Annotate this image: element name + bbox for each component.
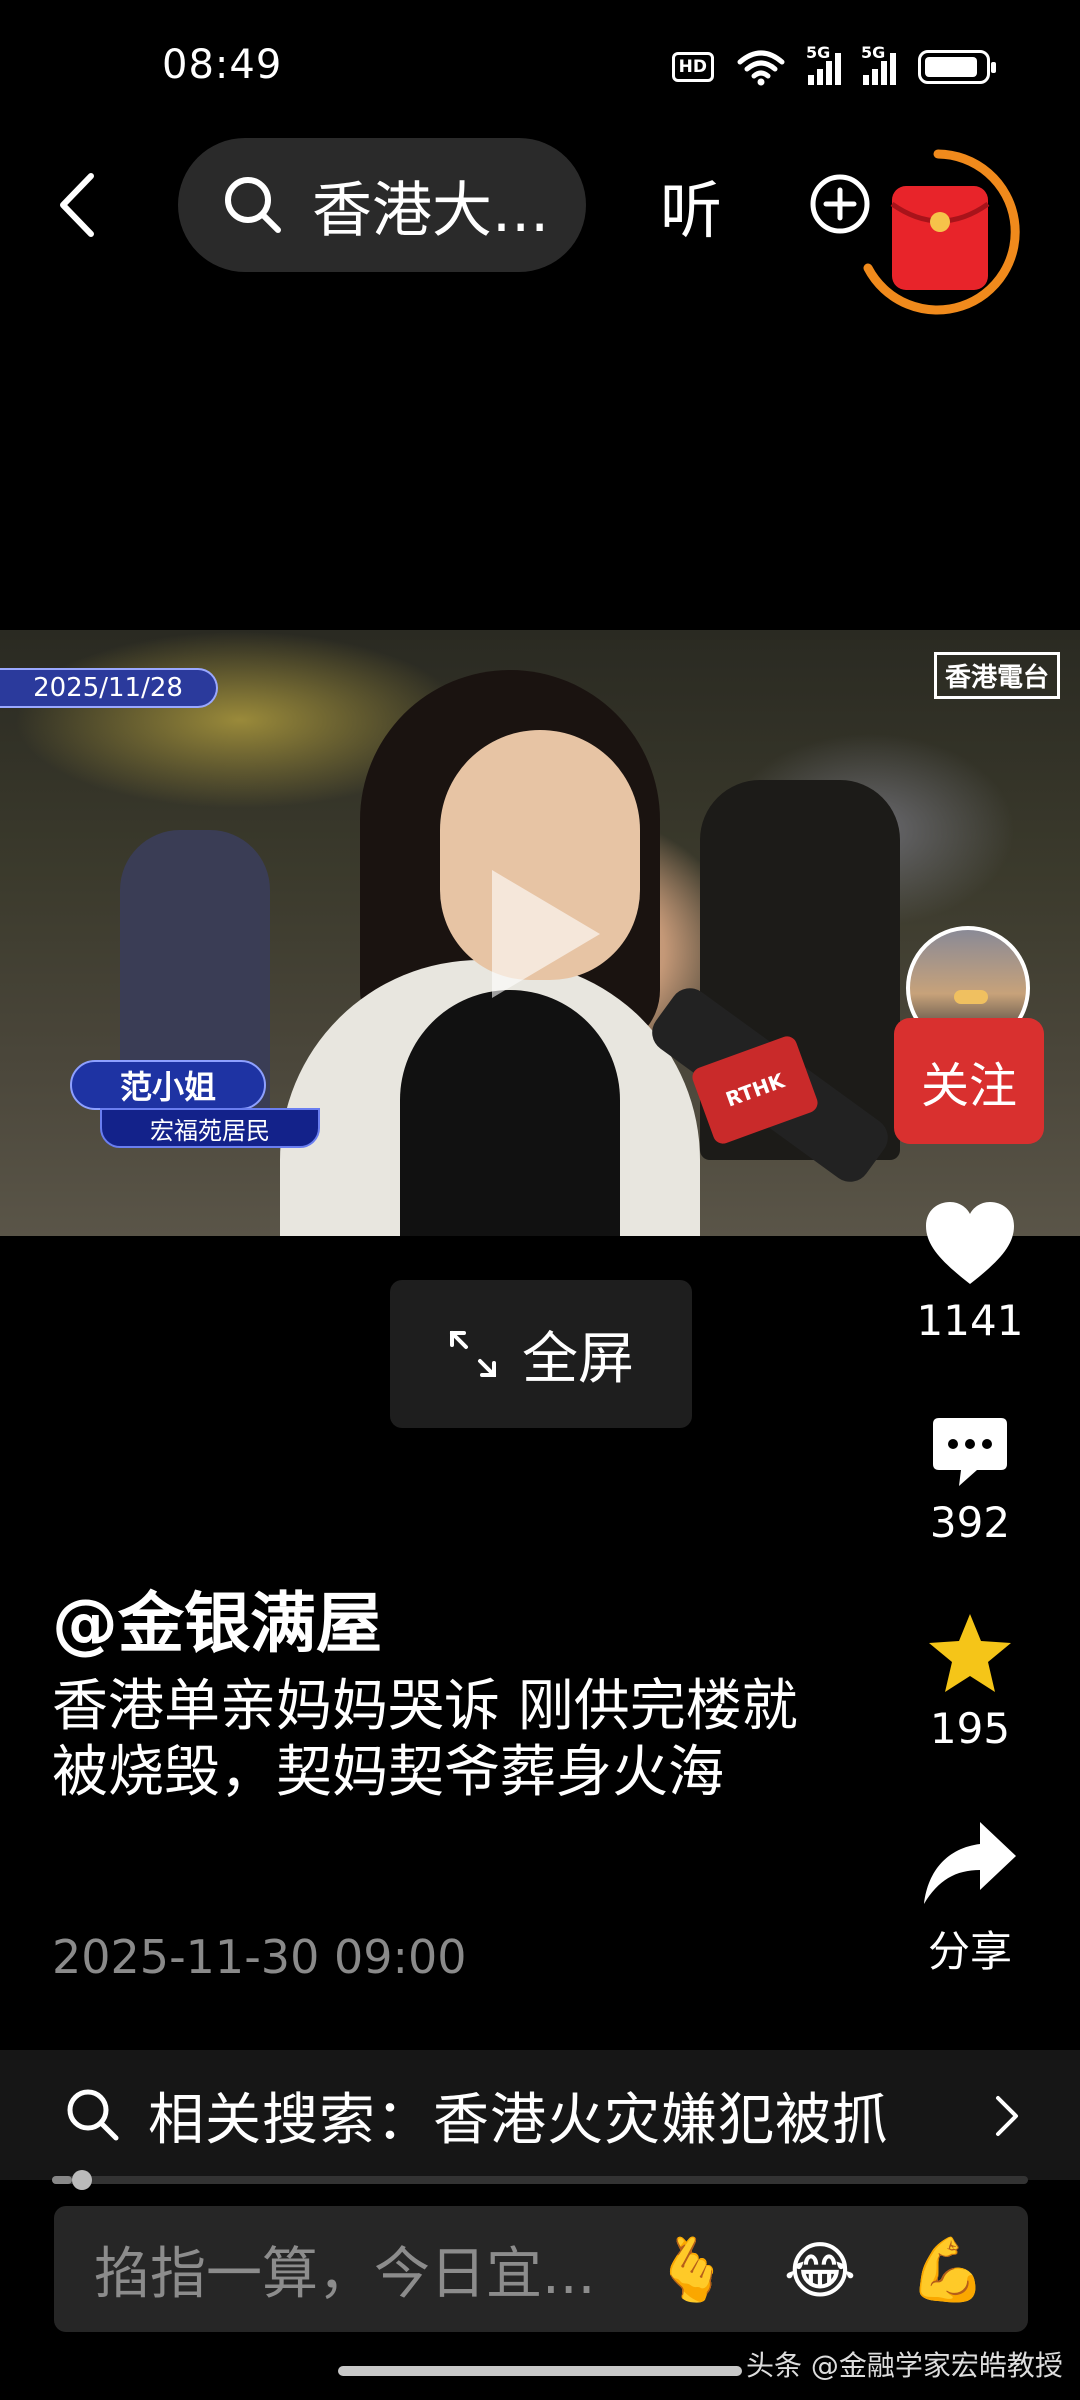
- like-button[interactable]: 1141: [900, 1198, 1040, 1345]
- red-packet-icon[interactable]: [852, 146, 1024, 318]
- battery-icon: [918, 50, 996, 84]
- home-indicator[interactable]: [338, 2366, 742, 2376]
- fullscreen-button[interactable]: 全屏: [390, 1280, 692, 1428]
- progress-handle[interactable]: [71, 2170, 92, 2190]
- listen-button[interactable]: 听: [660, 160, 722, 250]
- woman-shirt: [400, 990, 620, 1236]
- post-timestamp: 2025-11-30 09:00: [52, 1930, 467, 1984]
- laughing-emoji-icon[interactable]: 😂: [778, 2228, 862, 2312]
- author-name[interactable]: @金银满屋: [52, 1570, 382, 1666]
- related-search-text: 相关搜索：香港火灾嫌犯被抓: [148, 2087, 889, 2153]
- heart-icon: [926, 1202, 1014, 1284]
- comment-input[interactable]: 掐指一算，今日宜...: [54, 2206, 1028, 2332]
- post-caption: 香港单亲妈妈哭诉 刚供完楼就被烧毁，契妈契爷葬身火海: [52, 1674, 798, 1805]
- comment-placeholder: 掐指一算，今日宜...: [94, 2241, 596, 2307]
- share-button[interactable]: 分享: [900, 1818, 1040, 1979]
- star-icon: [929, 1614, 1011, 1692]
- chevron-right-icon: [996, 2096, 1018, 2136]
- hd-icon: HD: [671, 52, 714, 82]
- expand-icon: [450, 1331, 496, 1377]
- broadcaster-logo: 香港電台: [933, 652, 1060, 699]
- share-label: 分享: [927, 1927, 1012, 1976]
- progress-fill: [52, 2176, 72, 2184]
- wifi-icon: [737, 50, 785, 86]
- back-button[interactable]: [42, 160, 112, 250]
- fullscreen-label: 全屏: [522, 1326, 634, 1392]
- search-text: 香港大...: [312, 175, 550, 246]
- comment-icon: [933, 1418, 1007, 1486]
- signal-icon: 5G: [861, 43, 896, 85]
- status-time: 08:49: [162, 42, 283, 88]
- comment-button[interactable]: 392: [900, 1414, 1040, 1547]
- video-date-tag: 2025/11/28: [0, 668, 218, 708]
- video-progress-bar[interactable]: [52, 2170, 1028, 2190]
- speaker-name-tag: 范小姐: [70, 1060, 266, 1110]
- share-icon: [924, 1822, 1016, 1904]
- status-icons: HD 5G 5G: [671, 43, 996, 86]
- follow-button[interactable]: 关注: [894, 1018, 1044, 1144]
- comment-count: 392: [929, 1498, 1011, 1547]
- finger-heart-emoji-icon[interactable]: 🫰: [650, 2228, 734, 2312]
- search-icon: [225, 177, 281, 233]
- speaker-subtitle-tag: 宏福苑居民: [100, 1108, 320, 1148]
- search-bar[interactable]: 香港大...: [178, 138, 586, 272]
- signal-icon: 5G: [806, 43, 841, 85]
- favorite-count: 195: [929, 1704, 1011, 1753]
- chevron-left-icon: [60, 173, 94, 237]
- search-icon: [67, 2089, 119, 2141]
- favorite-button[interactable]: 195: [900, 1610, 1040, 1753]
- video-player[interactable]: RTHK 2025/11/28 香港電台 范小姐 宏福苑居民: [0, 630, 1080, 1236]
- status-bar: 08:49 HD 5G 5G: [0, 0, 1080, 140]
- play-icon[interactable]: [492, 870, 600, 998]
- related-search-bar[interactable]: 相关搜索：香港火灾嫌犯被抓: [0, 2050, 1080, 2180]
- like-count: 1141: [916, 1296, 1024, 1345]
- watermark: 头条 @金融学家宏皓教授: [746, 2349, 1063, 2382]
- muscle-emoji-icon[interactable]: 💪: [906, 2228, 990, 2312]
